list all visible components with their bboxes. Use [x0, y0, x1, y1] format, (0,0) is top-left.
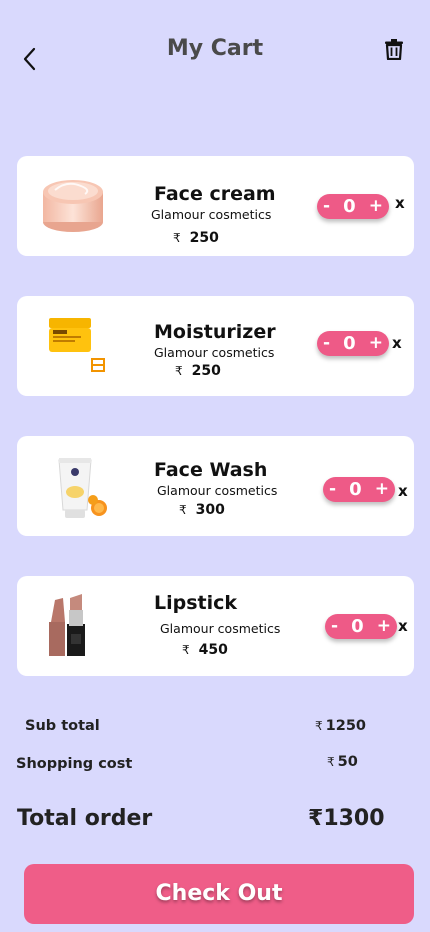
- quantity-value: 0: [343, 333, 356, 354]
- rupee-symbol: ₹: [315, 719, 323, 733]
- cart-item-moisturizer: Moisturizer Glamour cosmetics ₹250 - 0 +…: [17, 296, 414, 396]
- face-wash-tube-icon: [58, 458, 107, 518]
- cart-item-face-wash: Face Wash Glamour cosmetics ₹300 - 0 + x: [17, 436, 414, 536]
- product-brand: Glamour cosmetics: [157, 483, 278, 498]
- subtotal-label: Sub total: [25, 718, 100, 734]
- product-name: Lipstick: [154, 592, 238, 614]
- increment-button[interactable]: +: [377, 614, 391, 639]
- increment-button[interactable]: +: [369, 194, 383, 219]
- remove-item-button[interactable]: x: [392, 334, 402, 352]
- shipping-label: Shopping cost: [16, 756, 133, 772]
- product-name: Moisturizer: [154, 321, 276, 343]
- quantity-stepper[interactable]: - 0 +: [317, 331, 389, 356]
- product-brand: Glamour cosmetics: [160, 621, 281, 636]
- rupee-symbol: ₹: [175, 364, 183, 378]
- product-brand: Glamour cosmetics: [151, 207, 272, 222]
- decrement-button[interactable]: -: [331, 614, 338, 639]
- total-amount: 1300: [323, 806, 385, 831]
- product-brand: Glamour cosmetics: [154, 345, 275, 360]
- page-title: My Cart: [166, 36, 264, 61]
- total-order-label: Total order: [17, 806, 153, 831]
- rupee-symbol: ₹: [327, 755, 335, 769]
- quantity-value: 0: [343, 196, 356, 217]
- increment-button[interactable]: +: [375, 477, 389, 502]
- price-value: 250: [191, 363, 221, 379]
- quantity-stepper[interactable]: - 0 +: [323, 477, 395, 502]
- decrement-button[interactable]: -: [323, 194, 330, 219]
- moisturizer-jar-icon: [49, 318, 105, 372]
- price-value: 250: [189, 230, 219, 246]
- rupee-symbol: ₹: [179, 503, 187, 517]
- trash-icon: [385, 39, 403, 61]
- price-value: 300: [195, 502, 225, 518]
- remove-item-button[interactable]: x: [398, 482, 408, 500]
- product-price: ₹250: [175, 363, 221, 379]
- product-name: Face cream: [154, 183, 276, 205]
- lipstick-icon: [49, 594, 85, 656]
- product-name: Face Wash: [154, 459, 268, 481]
- product-price: ₹250: [173, 230, 219, 246]
- rupee-symbol: ₹: [308, 806, 324, 831]
- cart-item-face-cream: Face cream Glamour cosmetics ₹250 - 0 + …: [17, 156, 414, 256]
- face-cream-jar-icon: [43, 180, 103, 232]
- cart-item-lipstick: Lipstick Glamour cosmetics ₹450 - 0 + x: [17, 576, 414, 676]
- subtotal-amount: 1250: [325, 718, 366, 734]
- shipping-value: ₹50: [327, 754, 358, 770]
- quantity-value: 0: [349, 479, 362, 500]
- decrement-button[interactable]: -: [329, 477, 336, 502]
- shipping-amount: 50: [337, 754, 358, 770]
- product-price: ₹450: [182, 642, 228, 658]
- price-value: 450: [198, 642, 228, 658]
- decrement-button[interactable]: -: [323, 331, 330, 356]
- delete-all-button[interactable]: [384, 38, 406, 62]
- quantity-stepper[interactable]: - 0 +: [317, 194, 389, 219]
- product-price: ₹300: [179, 502, 225, 518]
- quantity-value: 0: [351, 616, 364, 637]
- remove-item-button[interactable]: x: [395, 194, 405, 212]
- rupee-symbol: ₹: [173, 231, 181, 245]
- quantity-stepper[interactable]: - 0 +: [325, 614, 397, 639]
- increment-button[interactable]: +: [369, 331, 383, 356]
- subtotal-value: ₹1250: [315, 718, 366, 734]
- remove-item-button[interactable]: x: [398, 617, 408, 635]
- rupee-symbol: ₹: [182, 643, 190, 657]
- total-order-value: ₹1300: [308, 806, 385, 831]
- checkout-button[interactable]: Check Out: [24, 864, 414, 924]
